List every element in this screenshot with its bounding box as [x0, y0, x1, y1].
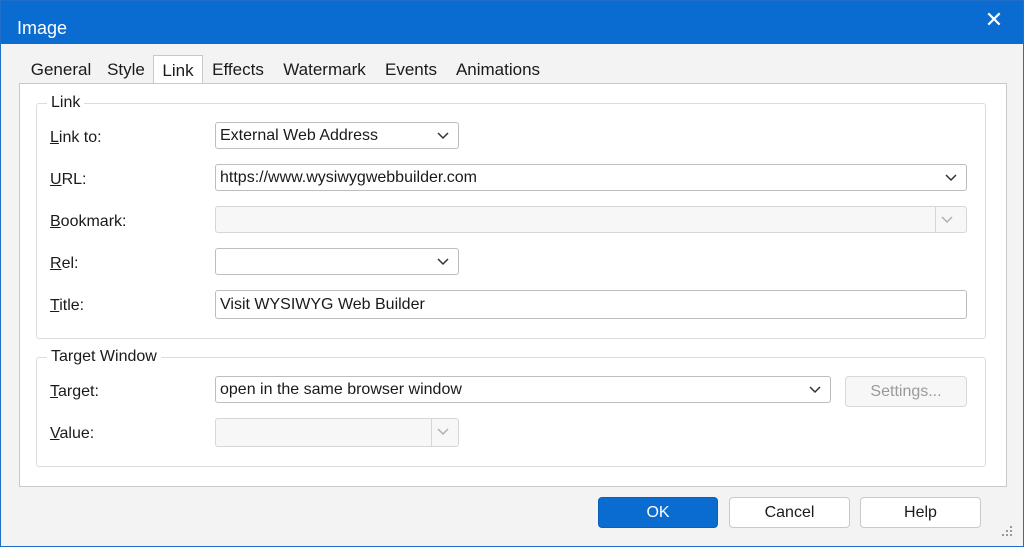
- link-to-select[interactable]: External Web Address: [215, 122, 459, 149]
- value-select: [215, 418, 459, 447]
- tab-watermark[interactable]: Watermark: [278, 55, 371, 83]
- help-button[interactable]: Help: [860, 497, 981, 528]
- image-dialog: Image ✕ General Style Link Effects Water…: [0, 0, 1024, 547]
- tab-link[interactable]: Link: [153, 55, 203, 85]
- title-bar: Image ✕: [1, 1, 1023, 44]
- rel-select[interactable]: [215, 248, 459, 275]
- target-window-group: Target Window: [36, 348, 986, 467]
- bookmark-select: [215, 206, 967, 233]
- tab-style[interactable]: Style: [103, 55, 149, 83]
- chevron-down-icon: [431, 419, 458, 446]
- tab-general[interactable]: General: [25, 55, 97, 83]
- target-label: Target:: [50, 383, 99, 400]
- chevron-down-icon[interactable]: [940, 165, 962, 190]
- close-icon[interactable]: ✕: [979, 8, 1009, 32]
- cancel-button[interactable]: Cancel: [729, 497, 850, 528]
- title-value: Visit WYSIWYG Web Builder: [220, 296, 425, 313]
- title-input[interactable]: Visit WYSIWYG Web Builder: [215, 290, 967, 319]
- target-select[interactable]: open in the same browser window: [215, 376, 831, 403]
- resize-grip-icon[interactable]: [1001, 524, 1013, 536]
- value-label: Value:: [50, 425, 95, 442]
- target-window-group-title: Target Window: [47, 348, 161, 366]
- chevron-down-icon: [935, 207, 966, 232]
- tab-events[interactable]: Events: [383, 55, 439, 83]
- url-combobox[interactable]: https://www.wysiwygwebbuilder.com: [215, 164, 967, 191]
- url-value: https://www.wysiwygwebbuilder.com: [220, 169, 477, 186]
- tab-effects[interactable]: Effects: [209, 55, 267, 83]
- link-tab-panel: Link Link to: External Web Address URL: …: [19, 83, 1007, 487]
- bookmark-label: Bookmark:: [50, 213, 127, 230]
- title-label: Title:: [50, 297, 85, 314]
- settings-button[interactable]: Settings...: [845, 376, 967, 407]
- dialog-title: Image: [17, 18, 68, 38]
- target-value: open in the same browser window: [220, 381, 462, 398]
- ok-button[interactable]: OK: [598, 497, 718, 528]
- chevron-down-icon: [432, 249, 454, 274]
- chevron-down-icon: [804, 377, 826, 402]
- link-group-title: Link: [47, 94, 85, 112]
- rel-label: Rel:: [50, 255, 79, 272]
- tab-animations[interactable]: Animations: [452, 55, 544, 83]
- url-label: URL:: [50, 171, 87, 188]
- link-to-value: External Web Address: [220, 127, 379, 144]
- link-to-label: Link to:: [50, 129, 102, 146]
- chevron-down-icon: [432, 123, 454, 148]
